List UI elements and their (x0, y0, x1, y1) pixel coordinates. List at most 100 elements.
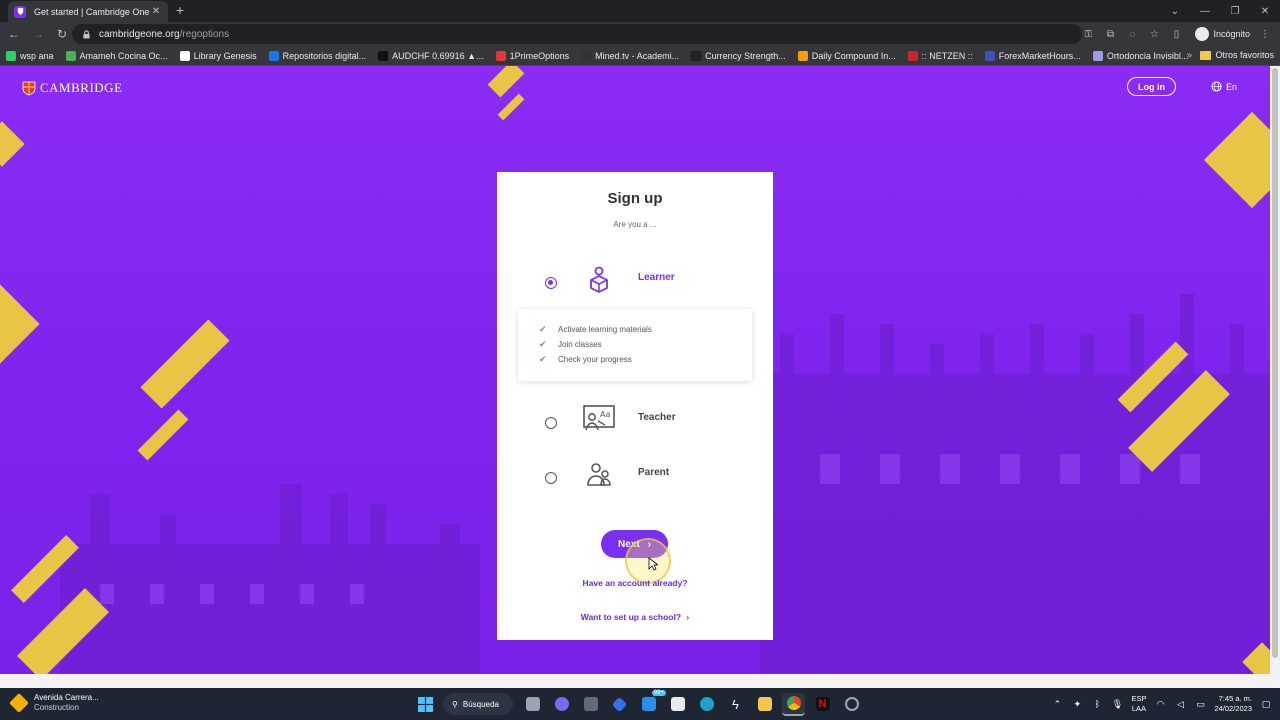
translate-icon[interactable]: ⧉ (1103, 27, 1117, 41)
tab-close-icon[interactable]: ✕ (150, 6, 162, 17)
url-host: cambridgeone.org (99, 28, 180, 40)
bookmarks-bar: wsp ana Amameh Cocina Oc... Library Genesi… (0, 46, 1280, 66)
weather-title: Avenida Carrera... (34, 693, 99, 702)
bookmark-item[interactable]: ForexMarketHours... (984, 50, 1081, 61)
url-input[interactable]: cambridgeone.org /regoptions (72, 24, 1082, 44)
role-option-parent[interactable]: Parent (497, 455, 773, 499)
bookmark-favicon-icon (6, 50, 16, 61)
tab-search-icon[interactable]: ⌄ (1160, 0, 1190, 22)
notifications-icon[interactable]: ▢ (1260, 698, 1272, 710)
bookmark-label: Ortodoncia Invisibl... (1106, 50, 1189, 61)
notification-badge: 99+ (651, 689, 666, 696)
battery-icon[interactable]: ▭ (1194, 698, 1206, 710)
check-icon: ✔ (539, 354, 547, 364)
system-clock[interactable]: 7:45 a. m. 24/02/2023 (1214, 694, 1252, 714)
calculator-icon[interactable] (579, 693, 602, 716)
bookmark-item[interactable]: wsp ana (6, 50, 54, 61)
decor-shape (497, 93, 525, 121)
file-explorer-icon[interactable] (753, 693, 776, 716)
bookmark-item[interactable]: Currency Strength... (691, 50, 786, 61)
bookmark-item[interactable]: Ortodoncia Invisibl... (1092, 50, 1189, 61)
taskbar-search[interactable]: ⚲ Búsqueda (443, 693, 513, 715)
task-view-icon[interactable] (521, 693, 544, 716)
bookmark-item[interactable]: Library Genesis (179, 50, 257, 61)
minimize-icon[interactable]: — (1190, 0, 1220, 22)
browser-tab-strip: Get started | Cambridge One ✕ + ⌄ — ❐ ✕ (0, 0, 1280, 22)
globe-icon (1211, 81, 1222, 92)
reload-icon[interactable]: ↻ (52, 24, 72, 44)
key-icon[interactable]: ⚿ (1081, 27, 1095, 41)
restore-icon[interactable]: ❐ (1220, 0, 1250, 22)
bookmark-item[interactable]: 1PrimeOptions (495, 50, 569, 61)
page-background: CAMBRIDGE Log in En Sign up Are you a ..… (0, 66, 1270, 674)
bookmark-item[interactable]: Repositorios digital... (268, 50, 367, 61)
store-icon[interactable] (666, 693, 689, 716)
page-scrollbar[interactable] (1270, 66, 1280, 674)
edge-icon[interactable] (695, 693, 718, 716)
other-bookmarks-folder[interactable]: Otros favoritos (1200, 50, 1274, 60)
traffic-icon (9, 693, 29, 713)
cortana-icon[interactable] (840, 693, 863, 716)
cambridge-shield-icon (22, 81, 36, 95)
parent-radio[interactable] (545, 472, 557, 484)
chrome-icon[interactable] (782, 692, 805, 716)
close-window-icon[interactable]: ✕ (1250, 0, 1280, 22)
cambridge-logo[interactable]: CAMBRIDGE (22, 80, 123, 96)
back-icon[interactable]: ← (4, 24, 24, 44)
bookmark-favicon-icon (65, 50, 76, 61)
new-tab-button[interactable]: + (172, 2, 188, 20)
bookmark-label: wsp ana (20, 50, 54, 61)
setup-school-label: Want to set up a school? (580, 612, 682, 622)
weather-widget[interactable]: Avenida Carrera... Construction (9, 693, 99, 713)
bookmark-favicon-icon (984, 50, 995, 61)
bookmark-star-icon[interactable]: ☆ (1147, 27, 1161, 41)
wifi-icon[interactable]: ◠ (1154, 698, 1166, 710)
chevron-up-icon[interactable]: ⌃ (1051, 698, 1063, 710)
browser-tab[interactable]: Get started | Cambridge One ✕ (8, 1, 168, 22)
bookmark-item[interactable]: Mined.tv - Academi... (581, 50, 679, 61)
benefit-item: ✔ Check your progress (539, 352, 752, 367)
chat-icon[interactable] (550, 693, 573, 716)
eye-off-icon[interactable]: ◌ (1125, 27, 1139, 41)
mail-icon[interactable]: 99+ (637, 689, 666, 716)
bookmark-item[interactable]: AUDCHF 0.69916 ▲... (378, 50, 484, 61)
windows-start-icon[interactable] (414, 693, 437, 716)
side-panel-icon[interactable]: ▯ (1169, 27, 1183, 41)
incognito-badge[interactable]: Incógnito (1195, 27, 1250, 41)
bookmark-favicon-icon (907, 50, 918, 61)
bluetooth-icon[interactable]: ᛒ (1091, 698, 1103, 710)
language-selector[interactable]: En (1211, 81, 1237, 92)
scrollbar-thumb[interactable] (1272, 68, 1278, 658)
check-icon: ✔ (539, 324, 547, 334)
incognito-label: Incógnito (1213, 29, 1250, 39)
media-player-icon[interactable] (608, 693, 631, 716)
volume-icon[interactable]: ◁ (1174, 698, 1186, 710)
bookmark-item[interactable]: Daily Compound In... (797, 50, 896, 61)
teacher-icon: Aa (583, 405, 615, 431)
role-option-teacher[interactable]: Aa Teacher (497, 400, 773, 444)
login-button[interactable]: Log in (1127, 77, 1176, 96)
learner-radio[interactable] (545, 277, 557, 289)
netflix-icon[interactable]: N (811, 693, 834, 716)
folder-icon (1200, 50, 1212, 60)
tab-title: Get started | Cambridge One (34, 6, 150, 17)
bolt-app-icon[interactable]: ϟ (724, 693, 747, 716)
parent-label: Parent (638, 467, 670, 478)
forward-icon[interactable]: → (28, 24, 48, 44)
teacher-radio[interactable] (545, 417, 557, 429)
setup-school-link[interactable]: Want to set up a school? › (497, 612, 773, 622)
bookmark-item[interactable]: :: NETZEN :: (907, 50, 973, 61)
bookmark-favicon-icon (268, 50, 279, 61)
microphone-icon[interactable]: 🎙 (1111, 698, 1123, 710)
input-language[interactable]: ESP LAA (1131, 694, 1146, 714)
address-bar-row: ← → ↻ cambridgeone.org /regoptions ⚿ ⧉ ◌… (0, 22, 1280, 46)
benefit-text: Activate learning materials (558, 325, 652, 334)
role-option-learner[interactable]: Learner (497, 260, 773, 304)
bookmark-item[interactable]: Amameh Cocina Oc... (65, 50, 168, 61)
menu-kebab-icon[interactable]: ⋮ (1258, 27, 1272, 41)
bookmark-label: Repositorios digital... (282, 50, 367, 61)
tray-app-icon[interactable]: ✦ (1071, 698, 1083, 710)
bookmarks-overflow-icon[interactable]: » (1186, 50, 1192, 61)
have-account-link[interactable]: Have an account already? (497, 578, 773, 588)
benefit-item: ✔ Join classes (539, 337, 752, 352)
